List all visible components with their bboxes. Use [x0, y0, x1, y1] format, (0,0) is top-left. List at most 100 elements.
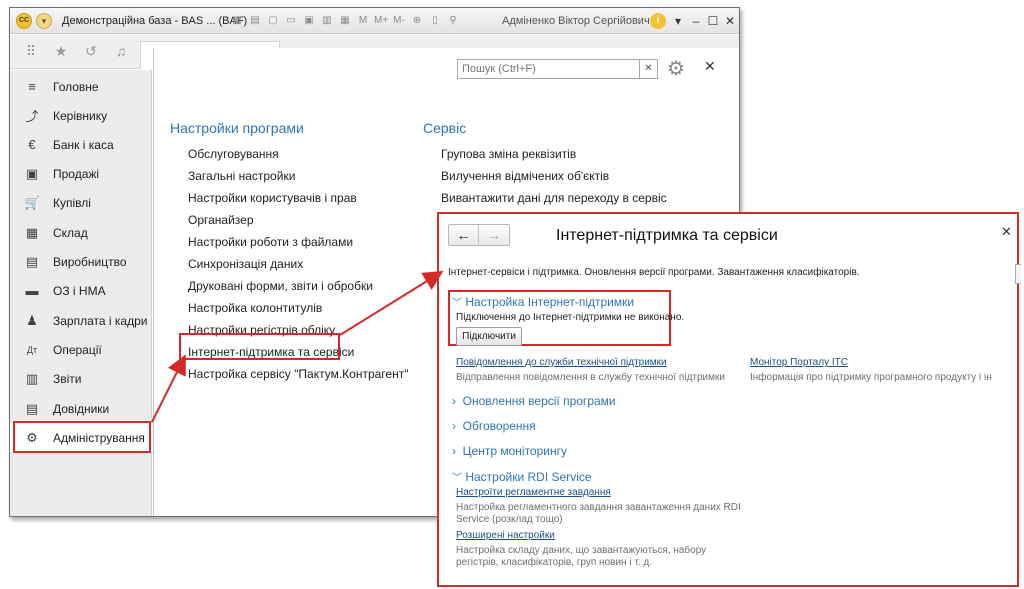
history-icon[interactable]: ↺ — [82, 42, 100, 60]
truck-icon: ▬ — [25, 283, 39, 298]
back-arrow-icon[interactable]: ← — [449, 225, 479, 245]
connect-button[interactable]: Підключити — [456, 327, 522, 346]
section-title: Обговорення — [462, 419, 536, 433]
link-maintenance[interactable]: Обслуговування — [188, 147, 279, 161]
sidebar-item-salary[interactable]: ♟ Зарплата і кадри — [10, 306, 152, 335]
m-plus-button[interactable]: M+ — [374, 14, 388, 28]
scrollbar[interactable] — [1015, 264, 1021, 284]
clear-search-icon[interactable]: ✕ — [640, 59, 658, 79]
zoom-icon[interactable]: ⊕ — [410, 14, 424, 28]
link-headers-footers[interactable]: Настройка колонтитулів — [188, 301, 322, 315]
sidebar-item-label: Головне — [53, 79, 99, 94]
star-icon[interactable]: ★ — [52, 42, 70, 60]
link-its-monitor[interactable]: Монітор Порталу ІТС — [750, 357, 848, 368]
link-file-settings[interactable]: Настройки роботи з файлами — [188, 235, 353, 249]
link-advanced-settings[interactable]: Розширені настройки — [456, 530, 555, 541]
scheduled-task-desc-1: Настройка регламентного завдання заванта… — [456, 502, 741, 513]
highlight-internet-support — [179, 333, 340, 360]
panel-icon[interactable]: ▯ — [428, 14, 442, 28]
link-export-to-service[interactable]: Вивантажити дані для переходу в сервіс — [441, 191, 667, 205]
internet-support-window: ← → Інтернет-підтримка та сервіси ✕ Інте… — [437, 212, 1021, 587]
forward-arrow-icon[interactable]: → — [479, 225, 509, 245]
chevron-down-icon: ﹀ — [452, 298, 462, 309]
apps-grid-icon[interactable]: ⠿ — [22, 42, 40, 60]
title-toolbar: ▦ ▤ ▢ ▭ ▣ ▥ ▦ M M+ M- ⊕ ▯ ⚲ — [230, 13, 460, 29]
link-paktum[interactable]: Настройка сервісу "Пактум.Контрагент" — [188, 367, 408, 381]
main-menu-icon[interactable]: ▾ — [36, 13, 52, 29]
preview-icon[interactable]: ▢ — [266, 14, 280, 28]
window-description: Інтернет-сервіси і підтримка. Оновлення … — [448, 267, 860, 278]
app-logo: CC — [16, 13, 32, 29]
sidebar-item-label: Зарплата і кадри — [53, 313, 148, 328]
link-print-forms[interactable]: Друковані форми, звіти і обробки — [188, 279, 373, 293]
copy-icon[interactable]: ▣ — [302, 14, 316, 28]
print-icon[interactable]: ▤ — [248, 14, 262, 28]
sidebar-item-operations[interactable]: Дт Операції — [10, 335, 152, 364]
window-title: Інтернет-підтримка та сервіси — [556, 227, 778, 244]
menu-icon: ≡ — [28, 79, 36, 94]
sidebar-item-manager[interactable]: ⤴ Керівнику — [10, 101, 152, 130]
sidebar-item-reports[interactable]: ▥ Звіти — [10, 364, 152, 393]
sidebar-item-sales[interactable]: ▣ Продажі — [10, 159, 152, 188]
section-monitoring[interactable]: › Центр моніторингу — [452, 444, 567, 458]
section-discussions[interactable]: › Обговорення — [452, 419, 536, 433]
minimize-icon[interactable]: – — [688, 13, 704, 29]
m-minus-button[interactable]: M- — [392, 14, 406, 28]
maximize-icon[interactable]: ☐ — [705, 13, 721, 29]
sidebar-item-label: Виробництво — [53, 254, 127, 269]
section-update[interactable]: › Оновлення версії програми — [452, 394, 616, 408]
link-group-change[interactable]: Групова зміна реквізитів — [441, 147, 576, 161]
link-delete-marked[interactable]: Вилучення відмічених об'єктів — [441, 169, 609, 183]
sidebar-item-label: Операції — [53, 342, 102, 357]
link-scheduled-task[interactable]: Настроїти регламентне завдання — [456, 487, 611, 498]
tools-icon[interactable]: ⚲ — [446, 14, 460, 28]
close-icon[interactable]: ✕ — [722, 13, 738, 29]
title-bar: CC ▾ Демонстраційна база - BAS ... (BAF)… — [10, 8, 739, 34]
sidebar-item-catalogs[interactable]: ▤ Довідники — [10, 394, 152, 423]
sidebar-item-label: Звіти — [53, 371, 82, 386]
link-general-settings[interactable]: Загальні настройки — [188, 169, 295, 183]
advanced-settings-desc-2: регістрів, класифікаторів, груп новин і … — [456, 557, 652, 568]
bell-icon[interactable]: ♫ — [112, 42, 130, 60]
save-icon[interactable]: ▦ — [230, 14, 244, 28]
sidebar-item-label: Довідники — [53, 401, 110, 416]
support-settings-header[interactable]: ﹀ Настройка Інтернет-підтримки — [452, 294, 634, 309]
settings-gear-icon[interactable]: ⚙ — [667, 56, 685, 81]
link-organizer[interactable]: Органайзер — [188, 213, 254, 227]
tech-support-desc: Відправлення повідомлення в службу техні… — [456, 372, 725, 383]
money-icon: € — [28, 137, 36, 152]
sidebar-item-label: Склад — [53, 225, 88, 240]
m-button[interactable]: M — [356, 14, 370, 28]
highlight-administration — [13, 421, 151, 453]
search-input[interactable] — [457, 59, 640, 79]
link-data-sync[interactable]: Синхронізація даних — [188, 257, 303, 271]
link-tech-support-message[interactable]: Повідомлення до служби технічної підтрим… — [456, 357, 667, 368]
sidebar-item-production[interactable]: ▤ Виробництво — [10, 247, 152, 276]
scheduled-task-desc-2: Service (розклад тощо) — [456, 514, 563, 525]
sidebar-item-main[interactable]: ≡ Головне — [10, 72, 152, 101]
close-icon[interactable]: ✕ — [1001, 224, 1012, 240]
its-monitor-desc: Інформація про підтримку програмного про… — [750, 372, 992, 383]
sales-icon: ▣ — [25, 165, 39, 181]
chevron-right-icon: › — [452, 394, 456, 408]
sidebar-item-bank[interactable]: € Банк і каса — [10, 130, 152, 159]
section-title: Настройка Інтернет-підтримки — [465, 295, 635, 309]
section-title: Оновлення версії програми — [462, 394, 616, 408]
sidebar-item-assets[interactable]: ▬ ОЗ і НМА — [10, 276, 152, 305]
chevron-down-icon: ﹀ — [452, 473, 462, 484]
user-name[interactable]: Адміненко Віктор Сергійович — [502, 15, 650, 27]
sidebar-item-warehouse[interactable]: ▦ Склад — [10, 218, 152, 247]
person-icon: ♟ — [26, 312, 38, 328]
cart-icon: 🛒 — [24, 194, 41, 210]
info-icon[interactable]: i — [650, 13, 666, 29]
close-panel-icon[interactable]: ✕ — [704, 58, 716, 75]
calc-icon[interactable]: ▥ — [320, 14, 334, 28]
link-user-settings[interactable]: Настройки користувачів і прав — [188, 191, 357, 205]
doc-icon[interactable]: ▭ — [284, 14, 298, 28]
chevron-right-icon: › — [452, 444, 456, 458]
sidebar-item-purchases[interactable]: 🛒 Купівлі — [10, 188, 152, 217]
section-rdi[interactable]: ﹀ Настройки RDI Service — [452, 469, 592, 484]
calendar-icon[interactable]: ▦ — [338, 14, 352, 28]
chevron-down-icon[interactable]: ▾ — [670, 13, 686, 29]
service-section-title: Сервіс — [423, 120, 467, 136]
